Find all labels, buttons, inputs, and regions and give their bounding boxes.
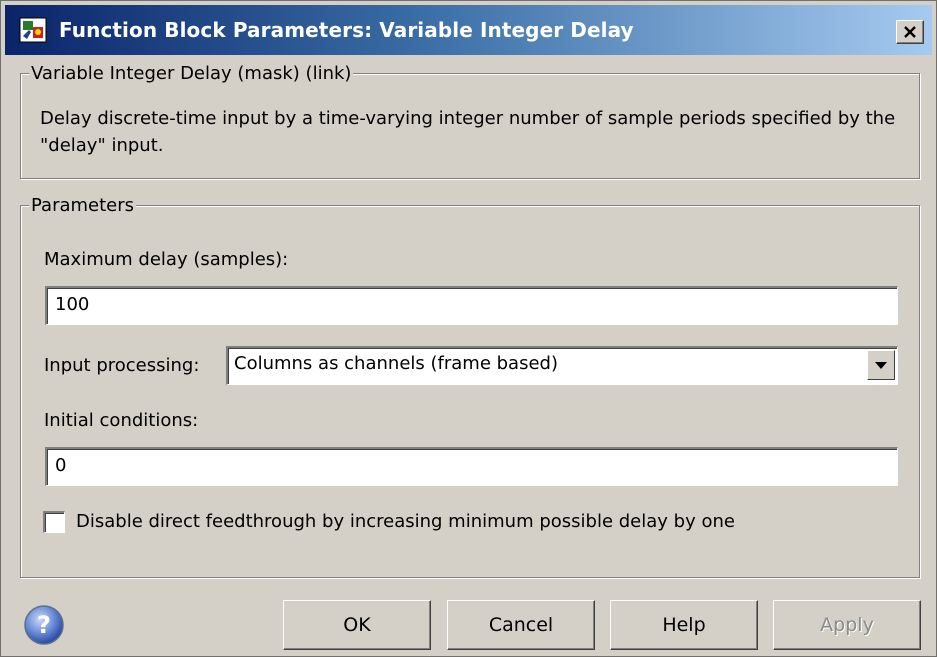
dialog-window: Function Block Parameters: Variable Inte…: [0, 0, 937, 657]
cancel-button[interactable]: Cancel: [447, 600, 595, 650]
feedthrough-checkbox-label[interactable]: Disable direct feedthrough by increasing…: [76, 511, 735, 532]
max-delay-value: 100: [55, 294, 90, 315]
help-button[interactable]: Help: [610, 600, 758, 650]
question-mark-icon[interactable]: ?: [23, 604, 65, 646]
max-delay-input[interactable]: 100: [45, 286, 898, 325]
initial-conditions-input[interactable]: 0: [45, 447, 898, 486]
block-description: Delay discrete-time input by a time-vary…: [40, 108, 896, 156]
initial-conditions-label: Initial conditions:: [44, 410, 199, 431]
max-delay-label: Maximum delay (samples):: [44, 249, 289, 270]
input-processing-value: Columns as channels (frame based): [234, 353, 558, 374]
input-processing-dropdown[interactable]: Columns as channels (frame based): [226, 346, 898, 385]
parameters-group-title: Parameters: [29, 195, 137, 216]
window-title: Function Block Parameters: Variable Inte…: [59, 18, 634, 42]
chevron-down-icon: [875, 362, 887, 369]
input-processing-label: Input processing:: [44, 355, 200, 376]
ok-button[interactable]: OK: [283, 600, 431, 650]
feedthrough-checkbox[interactable]: [43, 511, 65, 533]
title-bar[interactable]: Function Block Parameters: Variable Inte…: [5, 5, 932, 55]
close-button[interactable]: [896, 20, 924, 44]
initial-conditions-value: 0: [55, 455, 67, 476]
svg-text:?: ?: [37, 611, 51, 639]
close-icon: [904, 26, 916, 38]
dropdown-arrow-button[interactable]: [867, 350, 895, 380]
description-group-title: Variable Integer Delay (mask) (link): [29, 63, 354, 84]
simulink-block-icon: [19, 17, 47, 43]
apply-button[interactable]: Apply: [773, 600, 921, 650]
